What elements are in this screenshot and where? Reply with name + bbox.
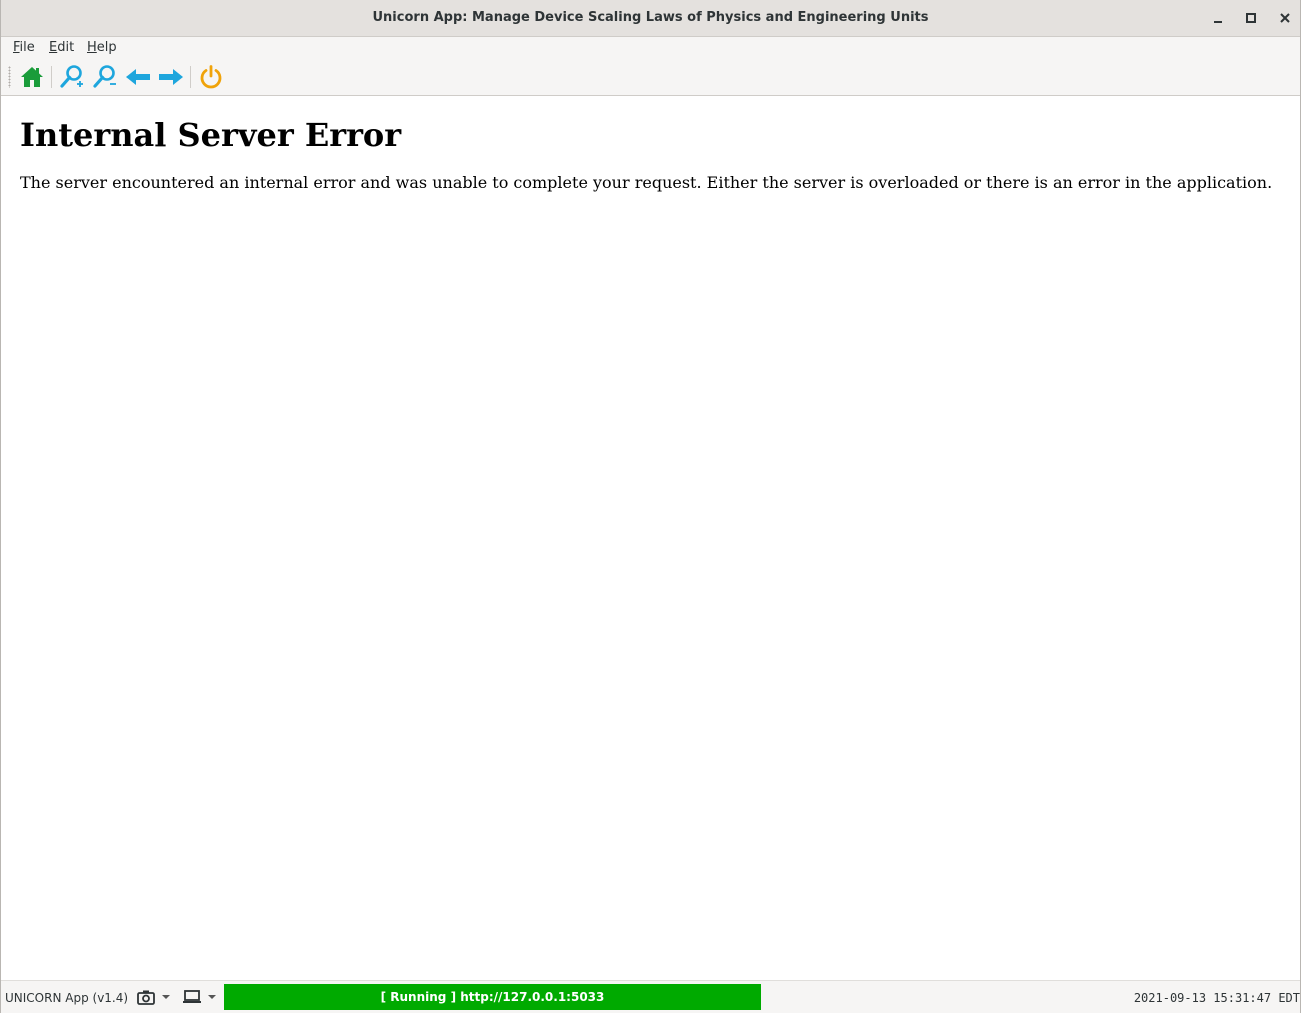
- screenshot-dropdown[interactable]: [161, 989, 171, 1005]
- zoom-in-icon: [60, 65, 83, 88]
- error-heading: Internal Server Error: [20, 116, 402, 154]
- camera-icon: [137, 990, 155, 1005]
- title-bar: Unicorn App: Manage Device Scaling Laws …: [1, 0, 1300, 37]
- display-dropdown[interactable]: [207, 989, 217, 1005]
- arrow-left-icon: [126, 69, 150, 85]
- status-clock: 2021-09-13 15:31:47 EDT: [1133, 991, 1300, 1005]
- menu-help[interactable]: Help: [87, 40, 117, 55]
- server-status-badge: [ Running ] http://127.0.0.1:5033: [224, 984, 761, 1010]
- maximize-icon: [1246, 13, 1256, 23]
- zoom-in-button[interactable]: [58, 63, 86, 91]
- status-bar: UNICORN App (v1.4) [ Running ] http://12…: [1, 980, 1300, 1013]
- zoom-out-button[interactable]: [91, 63, 119, 91]
- chevron-down-icon: [208, 995, 216, 999]
- close-icon: [1280, 13, 1290, 23]
- content-area: Internal Server Error The server encount…: [2, 96, 1300, 980]
- arrow-right-icon: [159, 69, 183, 85]
- home-button[interactable]: [18, 63, 46, 91]
- power-button[interactable]: [197, 63, 225, 91]
- menu-edit[interactable]: Edit: [49, 40, 74, 55]
- home-icon: [21, 67, 43, 87]
- app-version-label: UNICORN App (v1.4): [5, 991, 129, 1005]
- chevron-down-icon: [162, 995, 170, 999]
- toolbar: [1, 58, 1300, 96]
- minimize-button[interactable]: [1209, 9, 1227, 27]
- toolbar-separator: [190, 66, 191, 88]
- menu-file[interactable]: File: [13, 40, 35, 55]
- zoom-out-icon: [93, 65, 116, 88]
- error-message: The server encountered an internal error…: [20, 173, 1273, 192]
- back-button[interactable]: [124, 63, 152, 91]
- laptop-icon: [183, 990, 201, 1003]
- power-icon: [200, 65, 222, 89]
- maximize-button[interactable]: [1242, 9, 1260, 27]
- app-window: Unicorn App: Manage Device Scaling Laws …: [0, 0, 1301, 1013]
- display-button[interactable]: [182, 989, 202, 1005]
- close-button[interactable]: [1276, 9, 1294, 27]
- minimize-icon: [1214, 21, 1222, 23]
- toolbar-grip[interactable]: [8, 66, 11, 88]
- toolbar-separator: [51, 66, 52, 88]
- forward-button[interactable]: [157, 63, 185, 91]
- menu-bar: File Edit Help: [1, 37, 1300, 58]
- screenshot-button[interactable]: [137, 989, 155, 1005]
- window-title: Unicorn App: Manage Device Scaling Laws …: [372, 10, 929, 25]
